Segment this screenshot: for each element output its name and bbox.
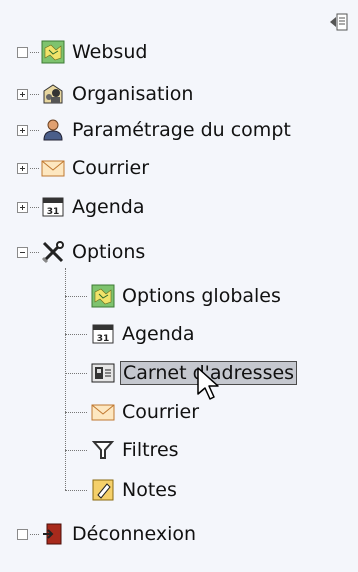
map-icon (41, 40, 65, 64)
tree-expander-empty (17, 46, 28, 58)
envelope-icon (91, 400, 115, 424)
tree-item-label: Agenda (72, 196, 145, 218)
tree-item-label: Filtres (122, 439, 179, 461)
tree-item-label: Websud (72, 41, 148, 63)
map-icon (91, 284, 115, 308)
calendar-icon: 31 (91, 322, 115, 346)
tree-item-label: Paramétrage du compt (72, 119, 291, 141)
tree-item-options-agenda[interactable]: 31 Agenda (65, 318, 197, 350)
tree-item-options-courrier[interactable]: Courrier (65, 396, 201, 428)
tree-item-agenda[interactable]: 31 Agenda (17, 191, 147, 223)
tree-item-label: Agenda (122, 323, 195, 345)
tree-item-label: Organisation (72, 83, 194, 105)
tree-item-label: Options (72, 241, 146, 263)
tree-item-carnet-adresses[interactable]: Carnet d'adresses (65, 357, 298, 389)
tree-item-label: Courrier (122, 401, 200, 423)
tree-expander-plus[interactable] (17, 201, 28, 213)
navigation-tree-pane: Websud Organisation Paramétrage du compt (0, 0, 358, 572)
svg-text:31: 31 (47, 207, 60, 217)
tree-item-organisation[interactable]: Organisation (17, 78, 195, 110)
address-book-icon (91, 361, 115, 385)
mouse-cursor-icon (197, 367, 219, 400)
tree-item-options[interactable]: Options (17, 236, 147, 268)
tree-item-options-globales[interactable]: Options globales (65, 280, 283, 312)
tree-item-label: Courrier (72, 157, 150, 179)
svg-text:31: 31 (97, 334, 110, 344)
tree-item-courrier[interactable]: Courrier (17, 152, 151, 184)
tree-item-deconnexion[interactable]: Déconnexion (17, 518, 198, 550)
collapse-pane-icon[interactable] (328, 11, 350, 33)
tree-expander-empty (17, 528, 28, 540)
tree-item-label: Notes (122, 479, 177, 501)
user-icon (41, 118, 65, 142)
tools-icon (41, 240, 65, 264)
tree-expander-plus[interactable] (17, 124, 28, 136)
tree-item-label: Déconnexion (72, 523, 197, 545)
tree-item-label: Options globales (122, 285, 281, 307)
notes-icon (91, 478, 115, 502)
tree-item-parametrage[interactable]: Paramétrage du compt (17, 114, 293, 146)
org-icon (41, 82, 65, 106)
logout-icon (41, 522, 65, 546)
tree-item-filtres[interactable]: Filtres (65, 434, 181, 466)
tree-expander-minus[interactable] (17, 246, 28, 258)
tree-item-notes[interactable]: Notes (65, 474, 179, 506)
filter-icon (91, 438, 115, 462)
tree-item-websud[interactable]: Websud (17, 36, 149, 68)
envelope-icon (41, 156, 65, 180)
calendar-icon: 31 (41, 195, 65, 219)
tree-expander-plus[interactable] (17, 162, 28, 174)
tree-expander-plus[interactable] (17, 88, 28, 100)
